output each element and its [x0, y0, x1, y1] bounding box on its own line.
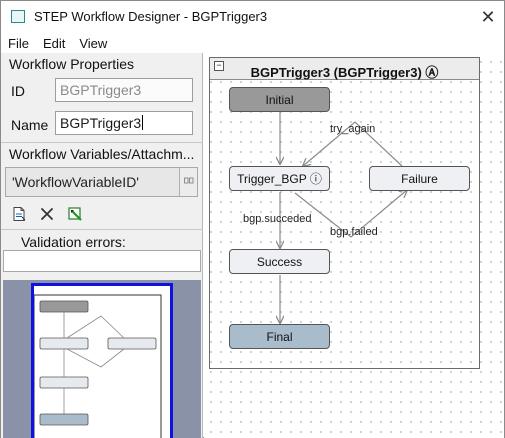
edge-label-bgp-failed: bgp.failed	[330, 226, 378, 238]
edge-label-try-again: try_again	[330, 123, 376, 135]
node-initial[interactable]: Initial	[229, 87, 330, 112]
node-trigger-bgp[interactable]: Trigger_BGP ⓘ	[229, 166, 330, 191]
node-success[interactable]: Success	[229, 249, 330, 274]
node-failure[interactable]: Failure	[369, 166, 470, 191]
node-final[interactable]: Final	[229, 324, 330, 349]
edge-label-bgp-succeded: bgp.succeded	[243, 213, 312, 225]
workflow-designer-window: STEP Workflow Designer - BGPTrigger3 ✕ F…	[0, 0, 505, 438]
